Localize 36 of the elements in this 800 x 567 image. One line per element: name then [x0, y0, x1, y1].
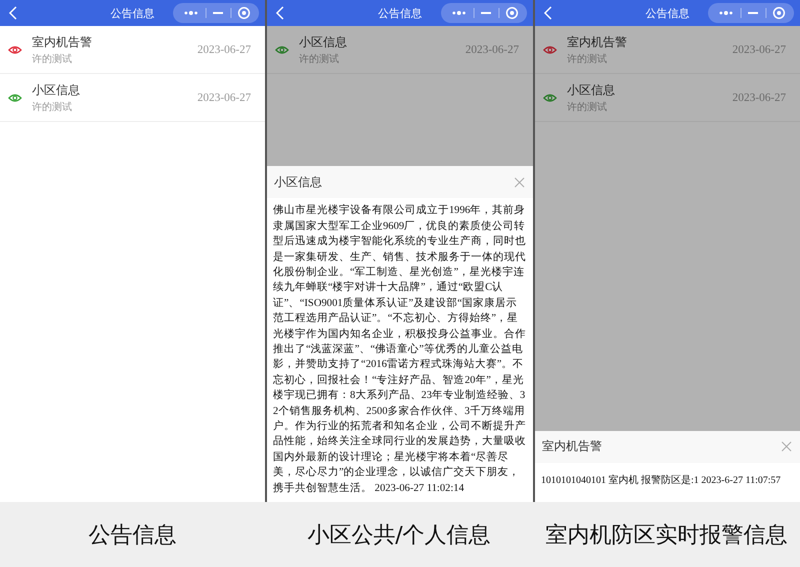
- notice-date: 2023-06-27: [197, 44, 251, 56]
- screen-caption: 公告信息: [88, 522, 176, 550]
- screen-caption: 小区公共/个人信息: [307, 522, 491, 550]
- notice-author: 许的测试: [567, 52, 608, 66]
- screen-caption: 室内机防区实时报警信息: [546, 522, 788, 550]
- notice-item[interactable]: 室内机告警 许的测试 2023-06-27: [535, 26, 800, 74]
- notice-title: 室内机告警: [567, 34, 628, 50]
- capsule-menu-icon[interactable]: [708, 3, 794, 23]
- nav-title: 公告信息: [378, 6, 422, 20]
- notice-item[interactable]: 小区信息 许的测试 2023-06-27: [267, 26, 533, 74]
- back-icon[interactable]: [544, 6, 552, 20]
- notice-title: 室内机告警: [32, 34, 93, 50]
- capsule-menu-icon[interactable]: [441, 3, 527, 23]
- nav-title: 公告信息: [110, 6, 154, 20]
- notice-title: 小区信息: [299, 34, 348, 50]
- notice-author: 许的测试: [567, 100, 608, 114]
- notice-date: 2023-06-27: [732, 44, 786, 56]
- notice-item[interactable]: 小区信息 许的测试 2023-06-27: [0, 74, 265, 122]
- dialog-body: 佛山市星光楼宇设备有限公司成立于1996年，其前身隶属国家大型军工企业9609厂，优良的素质使公司转型后迅速成为楼宇智能化系统的专业生产商，同时也是一家集研发、生产、销售、技术服务于一体的现代化股份制企业。“军工制造、星光创造”，星光楼宇连续九年蝉联“楼宇对讲十大品牌”，通过“欧盟C认证”、“ISO9001质量体系认证”及建设部“国家康居示范工程选用产品认证”。“不忘初心、方得始终”，星光楼宇作为国内知名企业，积极投身公益事业。合作推出了“浅蓝深蓝”、“佛语童心”等优秀的儿童公益电影，并赞助支持了“2016雷诺方程式珠海站大赛”。不忘初心，回报社会！“专注好产品、智造20年”，星光楼宇现已拥有：8大系列产品、23年专业制造经验、32个销售服务机构、2500多家合作伙伴、3千万终端用户。作为行业的拓荒者和知名企业，公司不断提升产品性能，始终关注全球同行业的发展趋势，大量吸收国内外最新的设计理论；星光楼宇将本着“尽善尽美，尽心尽力”的企业理念，以诚信广交天下朋友，携手共创智慧生活。 2023-06-27 11:02:14: [272, 203, 527, 496]
- dialog-title: 小区信息: [274, 174, 322, 191]
- nav-title: 公告信息: [646, 6, 690, 20]
- notice-author: 许的测试: [299, 52, 340, 66]
- capsule-menu-icon[interactable]: [173, 3, 259, 23]
- notice-title: 小区信息: [32, 82, 81, 98]
- notice-date: 2023-06-27: [465, 44, 519, 56]
- notice-date: 2023-06-27: [732, 92, 786, 104]
- back-icon[interactable]: [9, 6, 17, 20]
- dialog-title: 室内机告警: [542, 438, 602, 456]
- notice-author: 许的测试: [32, 52, 73, 66]
- notice-item[interactable]: 小区信息 许的测试 2023-06-27: [535, 74, 800, 122]
- notice-title: 小区信息: [567, 82, 616, 98]
- notice-item[interactable]: 室内机告警 许的测试 2023-06-27: [0, 26, 265, 74]
- dialog-body: 1010101040101 室内机 报警防区是:1 2023-6-27 11:07:57: [540, 474, 782, 488]
- notice-author: 许的测试: [32, 100, 73, 114]
- notice-date: 2023-06-27: [197, 92, 251, 104]
- back-icon[interactable]: [276, 6, 284, 20]
